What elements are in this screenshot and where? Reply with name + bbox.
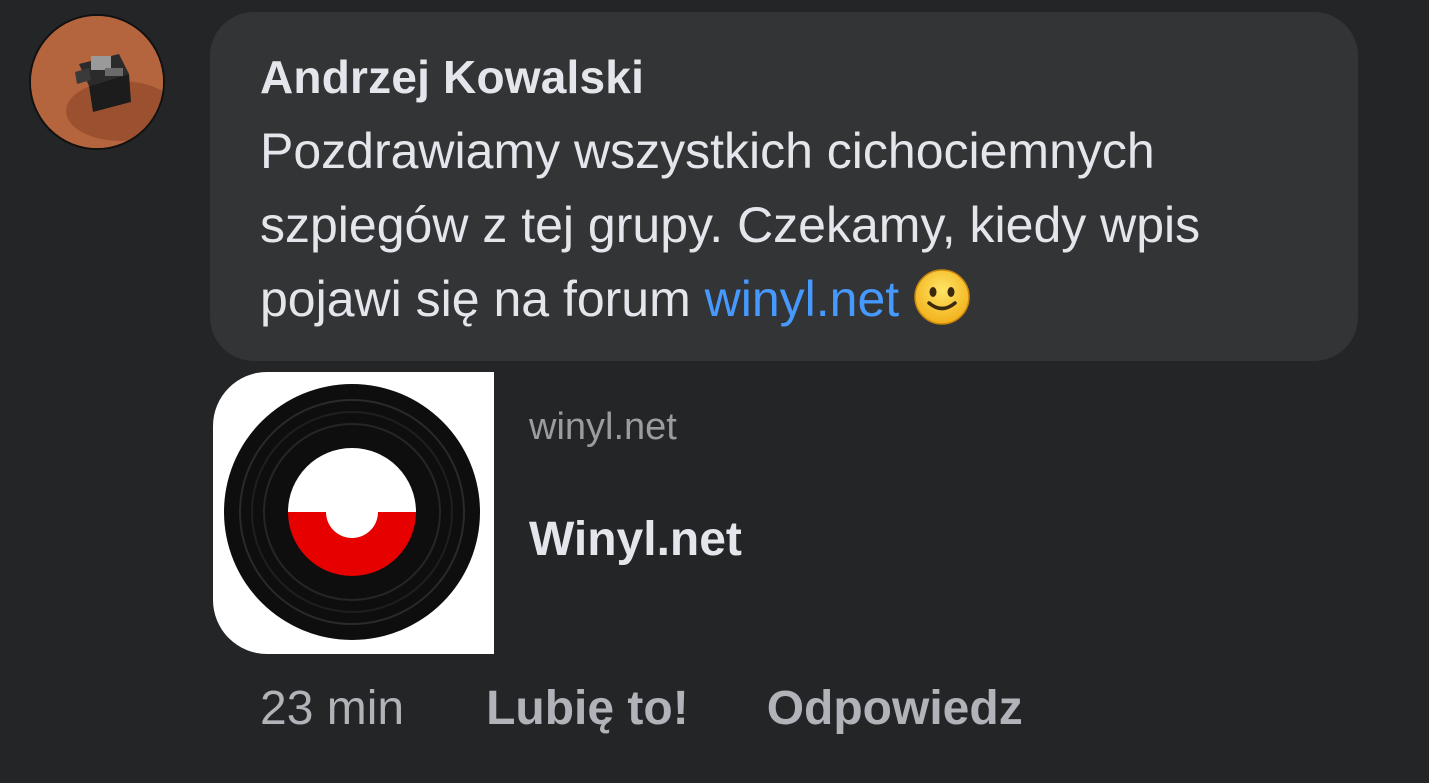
link-preview-thumbnail[interactable] bbox=[213, 372, 494, 654]
comment-actions: 23 min Lubię to! Odpowiedz bbox=[260, 678, 1023, 738]
link-preview-title[interactable]: Winyl.net bbox=[529, 512, 742, 568]
link-preview-card[interactable]: winyl.net Winyl.net bbox=[213, 372, 1353, 654]
comment-thread: Andrzej Kowalski Pozdrawiamy wszystkich … bbox=[0, 0, 1429, 783]
comment-link[interactable]: winyl.net bbox=[705, 271, 900, 327]
slightly-smiling-face-icon bbox=[914, 269, 970, 325]
comment-timestamp[interactable]: 23 min bbox=[260, 681, 404, 736]
avatar[interactable] bbox=[29, 14, 165, 150]
comment-bubble: Andrzej Kowalski Pozdrawiamy wszystkich … bbox=[210, 12, 1358, 361]
link-preview-domain: winyl.net bbox=[529, 406, 677, 448]
reply-button[interactable]: Odpowiedz bbox=[767, 681, 1023, 736]
turntable-cartridge-icon bbox=[31, 16, 163, 148]
like-button[interactable]: Lubię to! bbox=[486, 681, 689, 736]
comment-author[interactable]: Andrzej Kowalski bbox=[260, 50, 1308, 104]
vinyl-record-icon bbox=[224, 384, 480, 640]
comment-text: Pozdrawiamy wszystkich cichociemnych szp… bbox=[260, 114, 1320, 336]
